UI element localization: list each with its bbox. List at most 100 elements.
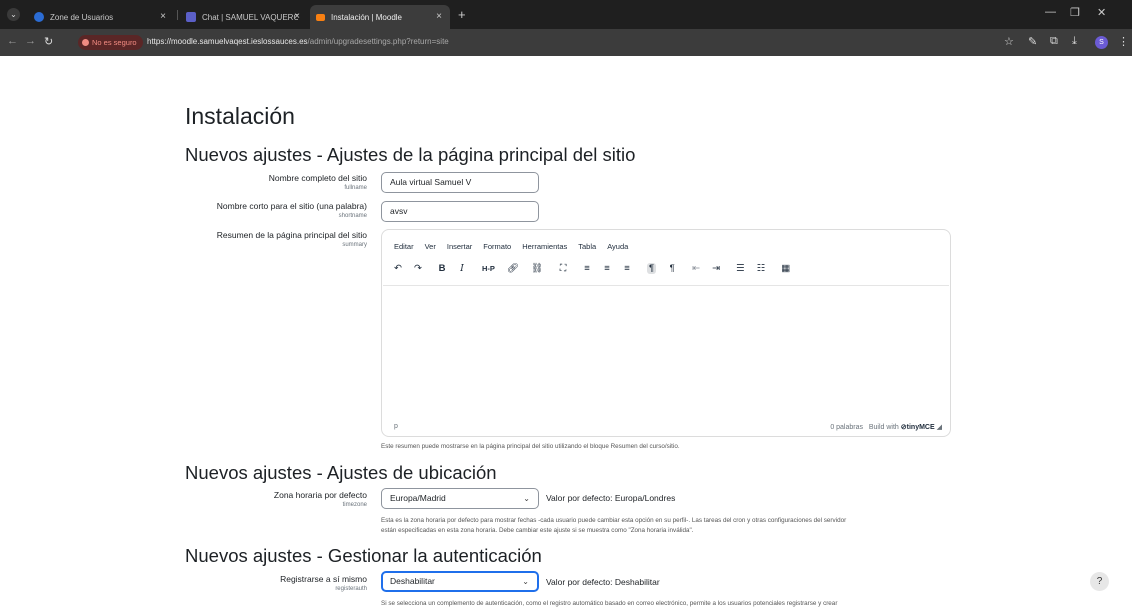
menu-ver[interactable]: Ver <box>425 242 436 251</box>
bold-icon[interactable]: B <box>438 263 446 274</box>
table-icon[interactable]: ▦ <box>781 263 790 274</box>
summary-setting-name: summary <box>342 242 367 248</box>
menu-formato[interactable]: Formato <box>483 242 511 251</box>
rich-text-editor: Editar Ver Insertar Formato Herramientas… <box>381 229 951 437</box>
word-count[interactable]: 0 palabras <box>830 424 863 431</box>
registerauth-label: Registrarse a sí mismo <box>280 574 367 584</box>
chevron-down-icon: ⌄ <box>522 577 529 586</box>
close-tab-icon[interactable]: × <box>160 11 166 22</box>
tinymce-brand: tinyMCE <box>906 424 935 431</box>
shortname-setting-name: shortname <box>338 213 367 219</box>
pen-icon[interactable]: ✎ <box>1028 35 1037 48</box>
bullet-list-icon[interactable]: ☰ <box>736 263 745 274</box>
tab-title: Instalación | Moodle <box>331 12 403 22</box>
summary-label: Resumen de la página principal del sitio <box>216 230 367 240</box>
new-tab-button[interactable]: + <box>458 7 466 22</box>
close-tab-icon[interactable]: × <box>436 11 442 22</box>
indent-icon[interactable]: ⇥ <box>712 263 720 274</box>
tab-search-icon[interactable]: ⌄ <box>7 8 20 21</box>
back-icon[interactable]: ← <box>7 35 18 47</box>
menu-ayuda[interactable]: Ayuda <box>607 242 628 251</box>
fullname-label: Nombre completo del sitio <box>268 173 367 183</box>
tab-divider <box>177 10 178 20</box>
tab-instalacion-moodle[interactable]: Instalación | Moodle × <box>310 5 450 29</box>
registerauth-default: Valor por defecto: Deshabilitar <box>546 577 660 587</box>
timezone-selected-value: Europa/Madrid <box>390 493 446 503</box>
shortname-label: Nombre corto para el sitio (una palabra) <box>216 201 367 211</box>
editor-path[interactable]: p <box>394 423 398 430</box>
editor-status-right: 0 palabras Build with ⊘tinyMCE ◢ <box>830 423 942 431</box>
redo-icon[interactable]: ↷ <box>414 263 422 274</box>
url-host: https://moodle.samuelvaqest.ieslossauces… <box>147 37 308 46</box>
resize-handle-icon[interactable]: ◢ <box>937 424 942 431</box>
menu-editar[interactable]: Editar <box>394 242 414 251</box>
fullname-setting-name: fullname <box>344 185 367 191</box>
download-icon[interactable]: ⤓ <box>1072 35 1077 48</box>
registerauth-setting-name: registerauth <box>335 586 367 592</box>
profile-avatar[interactable]: S <box>1095 36 1108 49</box>
favicon-icon <box>34 12 44 22</box>
h5p-icon[interactable]: H-P <box>482 264 495 273</box>
editor-menubar: Editar Ver Insertar Formato Herramientas… <box>394 242 628 251</box>
menu-herramientas[interactable]: Herramientas <box>522 242 567 251</box>
url-text[interactable]: https://moodle.samuelvaqest.ieslossauces… <box>147 37 449 46</box>
timezone-select[interactable]: Europa/Madrid ⌄ <box>381 488 539 509</box>
align-center-icon[interactable]: ≡ <box>603 263 611 274</box>
ltr-icon[interactable]: ¶ <box>647 262 657 274</box>
fullscreen-icon[interactable]: ⛶ <box>559 263 567 274</box>
moodle-icon <box>316 13 325 21</box>
tab-zone-usuarios[interactable]: Zone de Usuarios × <box>28 5 174 29</box>
chevron-down-icon: ⌄ <box>523 494 530 503</box>
registerauth-selected-value: Deshabilitar <box>390 576 435 586</box>
address-bar: ← → ↻ No es seguro https://moodle.samuel… <box>0 29 1132 56</box>
align-left-icon[interactable]: ≡ <box>583 263 591 274</box>
security-badge-label: No es seguro <box>92 38 137 47</box>
section-heading-auth: Nuevos ajustes - Gestionar la autenticac… <box>185 545 542 566</box>
editor-statusbar: p 0 palabras Build with ⊘tinyMCE ◢ <box>394 423 942 431</box>
menu-insertar[interactable]: Insertar <box>447 242 472 251</box>
editor-toolbar: ↶ ↷ B I H-P 🔗︎ ⛓︎ ⛶ ≡ ≡ ≡ ¶ ¶ ⇤ ⇥ ☰ ☷ ▦ <box>394 260 802 276</box>
reload-icon[interactable]: ↻ <box>44 35 53 48</box>
summary-help-text: Este resumen puede mostrarse en la págin… <box>381 443 680 450</box>
menu-tabla[interactable]: Tabla <box>578 242 596 251</box>
close-window-icon[interactable]: ✕ <box>1097 6 1106 19</box>
section-heading-location: Nuevos ajustes - Ajustes de ubicación <box>185 462 497 483</box>
page-title: Instalación <box>185 103 295 129</box>
url-path: /admin/upgradesettings.php?return=site <box>307 37 449 46</box>
menu-dots-icon[interactable]: ⋮ <box>1118 35 1129 48</box>
timezone-label: Zona horaria por defecto <box>273 490 367 500</box>
fullname-input[interactable]: Aula virtual Samuel V <box>381 172 539 193</box>
minimize-icon[interactable]: — <box>1045 6 1056 18</box>
italic-icon[interactable]: I <box>458 263 466 274</box>
numbered-list-icon[interactable]: ☷ <box>757 263 766 274</box>
built-with-text: Build with <box>868 424 899 431</box>
forward-icon[interactable]: → <box>25 35 36 47</box>
rtl-icon[interactable]: ¶ <box>668 263 676 274</box>
editor-content-area[interactable] <box>383 285 949 415</box>
unlink-icon[interactable]: ⛓︎ <box>531 263 543 274</box>
tab-title: Chat | SAMUEL VAQUERO ESTI <box>202 12 298 22</box>
extensions-icon[interactable]: ⧉ <box>1050 35 1058 48</box>
omnibox[interactable]: No es seguro https://moodle.samuelvaqest… <box>78 33 998 52</box>
timezone-default: Valor por defecto: Europa/Londres <box>546 493 676 503</box>
tab-chat[interactable]: Chat | SAMUEL VAQUERO ESTI × <box>180 5 308 29</box>
restore-icon[interactable]: ❐ <box>1070 6 1080 19</box>
bookmark-star-icon[interactable]: ☆ <box>1004 35 1014 48</box>
help-button[interactable]: ? <box>1090 572 1109 591</box>
section-heading-frontpage: Nuevos ajustes - Ajustes de la página pr… <box>185 144 636 165</box>
align-right-icon[interactable]: ≡ <box>623 263 631 274</box>
timezone-help-line-1: Esta es la zona horaria por defecto para… <box>381 517 847 524</box>
timezone-help-line-2: están especificadas en esta zona horaria… <box>381 527 694 534</box>
browser-tab-bar: ⌄ Zone de Usuarios × Chat | SAMUEL VAQUE… <box>0 0 1132 29</box>
tinymce-logo[interactable]: ⊘tinyMCE <box>901 424 935 431</box>
registerauth-select[interactable]: Deshabilitar ⌄ <box>381 571 539 592</box>
timezone-setting-name: timezone <box>342 502 367 508</box>
undo-icon[interactable]: ↶ <box>394 263 402 274</box>
link-icon[interactable]: 🔗︎ <box>507 263 519 274</box>
security-badge[interactable]: No es seguro <box>78 35 143 50</box>
close-tab-icon[interactable]: × <box>294 11 300 22</box>
shortname-input[interactable]: avsv <box>381 201 539 222</box>
outdent-icon[interactable]: ⇤ <box>692 263 700 274</box>
tab-title: Zone de Usuarios <box>50 12 114 22</box>
registerauth-help-text: Si se selecciona un complemento de auten… <box>381 600 838 607</box>
